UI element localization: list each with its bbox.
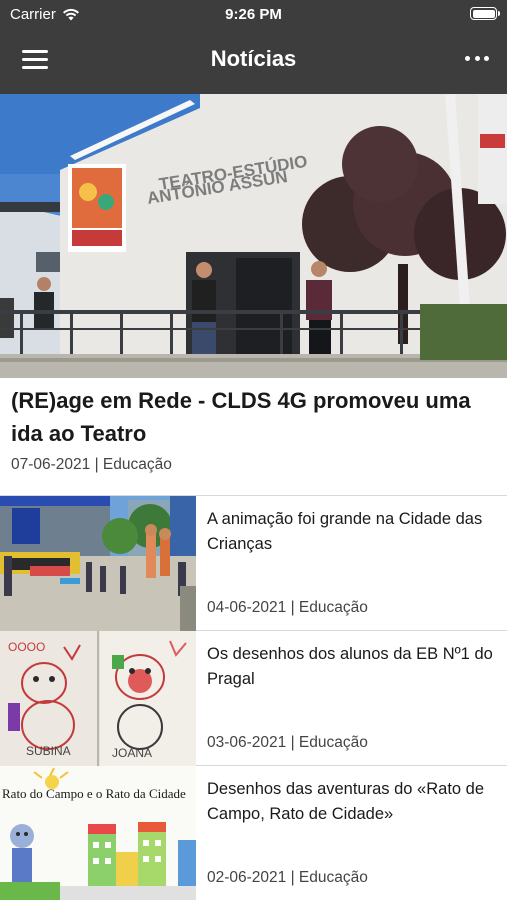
news-meta: 04-06-2021 | Educação	[207, 599, 368, 616]
svg-text:Rato do Campo e o Rato da Cida: Rato do Campo e o Rato da Cidade	[2, 786, 186, 801]
news-meta: 02-06-2021 | Educação	[207, 869, 368, 886]
news-list-item[interactable]: Rato do Campo e o Rato da Cidade Desenho…	[0, 766, 507, 900]
news-meta: 03-06-2021 | Educação	[207, 734, 368, 751]
status-bar: Carrier 9:26 PM	[0, 0, 507, 28]
news-title[interactable]: A animação foi grande na Cidade das Cria…	[207, 507, 497, 557]
svg-text:OOOO: OOOO	[8, 640, 45, 654]
news-title[interactable]: Desenhos das aventuras do «Rato de Campo…	[207, 777, 497, 827]
battery-icon	[470, 7, 500, 20]
news-list-item[interactable]: A animação foi grande na Cidade das Cria…	[0, 496, 507, 631]
news-list-item[interactable]: OOOO SUBINA JOANA Os desenhos dos alunos…	[0, 631, 507, 766]
top-bar: Carrier 9:26 PM Notícias	[0, 0, 507, 94]
svg-text:SUBINA: SUBINA	[26, 744, 71, 758]
news-thumbnail	[0, 496, 196, 631]
svg-text:JOANA: JOANA	[112, 746, 152, 760]
featured-article[interactable]: TEATRO-ESTÚDIO ANTÓNIO ASSUN (RE)age em …	[0, 94, 507, 496]
news-thumbnail: Rato do Campo e o Rato da Cidade	[0, 766, 196, 900]
page-title: Notícias	[210, 46, 297, 71]
status-time: 9:26 PM	[225, 6, 282, 23]
navigation-bar: Notícias	[0, 30, 507, 90]
featured-article-image: TEATRO-ESTÚDIO ANTÓNIO ASSUN	[0, 94, 507, 378]
news-title[interactable]: Os desenhos dos alunos da EB Nº1 do Prag…	[207, 642, 497, 692]
more-options-icon[interactable]	[465, 56, 489, 64]
news-thumbnail: OOOO SUBINA JOANA	[0, 631, 196, 766]
featured-article-title[interactable]: (RE)age em Rede - CLDS 4G promoveu uma i…	[11, 384, 496, 450]
featured-article-meta: 07-06-2021 | Educação	[11, 456, 172, 473]
